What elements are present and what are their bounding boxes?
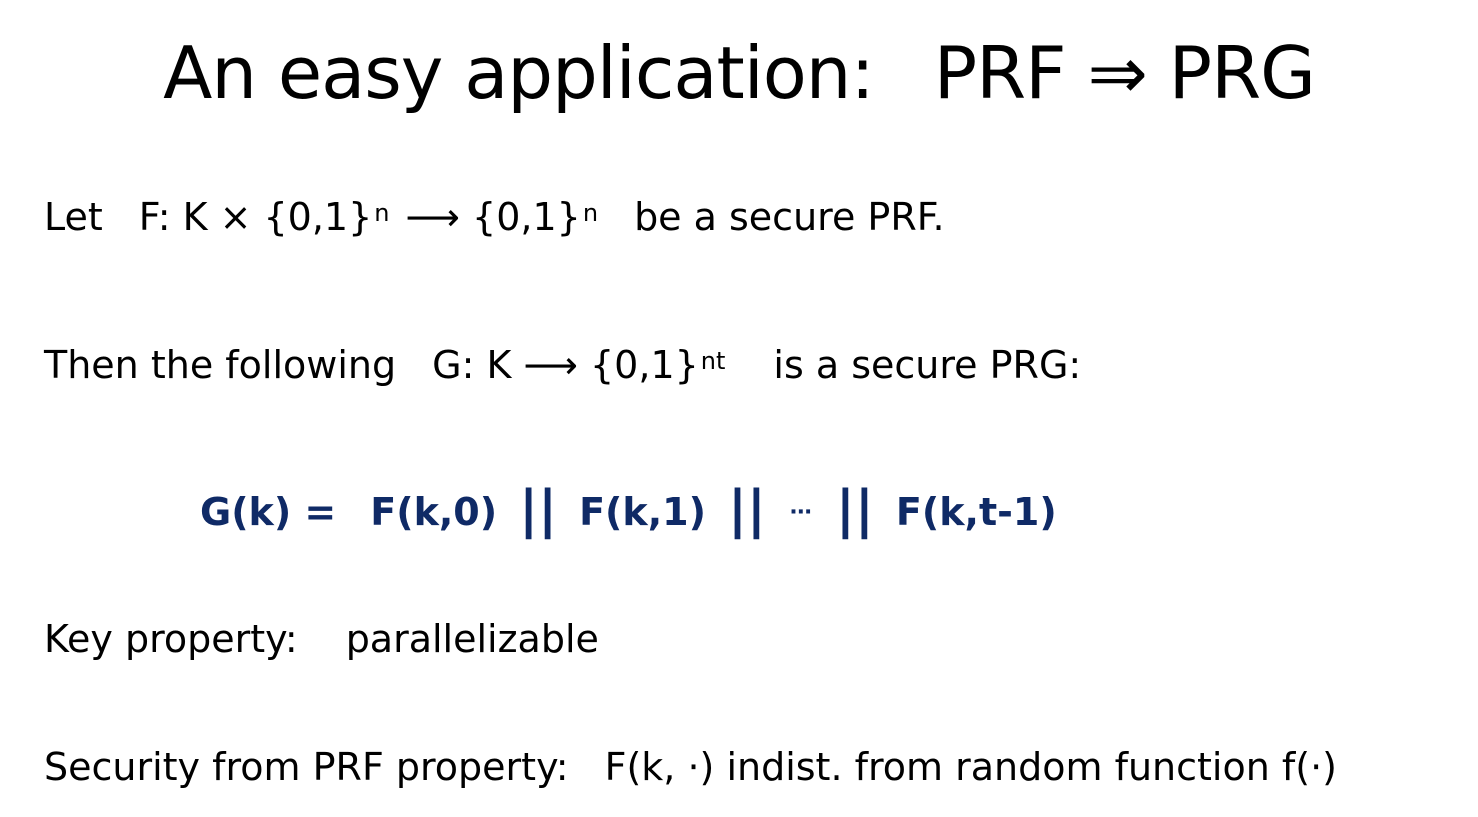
- formula-term-0: F(k,0): [370, 490, 498, 534]
- concat-bars-1: ||: [519, 480, 558, 540]
- security-line: Security from PRF property: F(k, ⋅) indis…: [44, 742, 1337, 792]
- title-right: PRF ⇒ PRG: [933, 31, 1316, 115]
- security-value: F(k, ⋅) indist. from random function f(⋅…: [604, 745, 1337, 789]
- prg-intro: Then the following: [44, 343, 397, 387]
- prg-tail: is a secure PRG:: [773, 343, 1082, 387]
- prf-codomain: ⟶ {0,1}: [405, 195, 581, 239]
- exponent-n-2: n: [582, 199, 599, 227]
- prg-signature: G: K ⟶ {0,1}: [432, 343, 699, 387]
- formula-lhs: G(k) =: [200, 490, 337, 534]
- concat-bars-2: ||: [727, 480, 766, 540]
- key-property-line: Key property: parallelizable: [44, 614, 599, 664]
- exponent-nt: nt: [700, 347, 726, 375]
- concat-bars-3: ||: [835, 480, 874, 540]
- ellipsis: ⋯: [789, 500, 812, 525]
- key-property-value: parallelizable: [345, 617, 599, 661]
- slide-title: An easy application: PRF ⇒ PRG: [0, 18, 1478, 128]
- let-word: Let: [44, 195, 103, 239]
- prg-definition-line: Then the following G: K ⟶ {0,1}nt is a sec…: [44, 340, 1081, 390]
- formula-term-1: F(k,1): [579, 490, 706, 534]
- title-left: An easy application:: [163, 31, 875, 115]
- security-label: Security from PRF property:: [44, 745, 569, 789]
- prf-tail: be a secure PRF.: [634, 195, 945, 239]
- prf-signature: F: K × {0,1}: [138, 195, 373, 239]
- exponent-n: n: [374, 199, 390, 227]
- formula-term-last: F(k,t-1): [895, 490, 1057, 534]
- prf-definition-line: Let F: K × {0,1}n ⟶ {0,1}n be a secure PRF.: [44, 192, 945, 242]
- key-property-label: Key property:: [44, 617, 298, 661]
- prg-formula: G(k) = F(k,0) || F(k,1) || ⋯ || F(k,t-1): [200, 480, 1057, 547]
